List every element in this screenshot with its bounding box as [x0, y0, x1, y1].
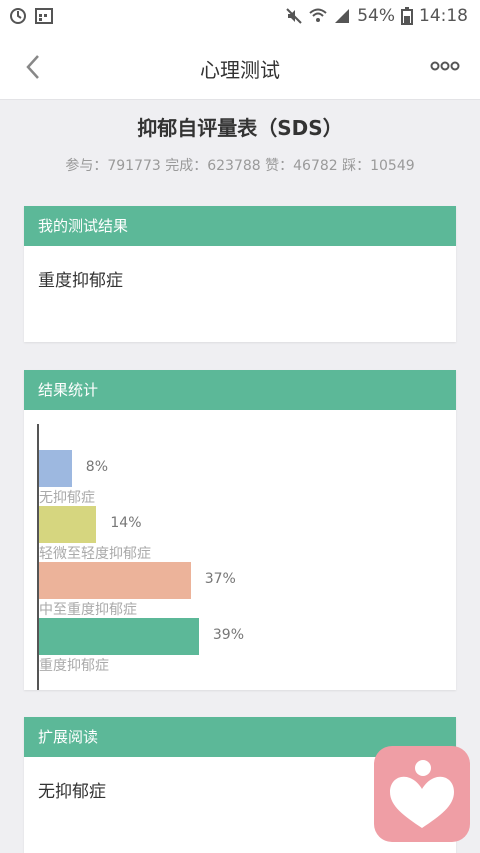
- mute-icon: [285, 7, 303, 25]
- result-text: 重度抑郁症: [38, 271, 123, 291]
- chart-value-label: 8%: [85, 459, 109, 475]
- result-card-header: 我的测试结果: [24, 206, 456, 246]
- result-card: 我的测试结果 重度抑郁症: [24, 206, 456, 342]
- chart-value-label: 14%: [110, 515, 142, 531]
- page-title: 心理测试: [200, 58, 280, 82]
- chart-value-label: 37%: [204, 571, 236, 587]
- chart-bar: [39, 506, 97, 543]
- more-icon: [430, 61, 460, 71]
- chart-category-label: 轻微至轻度抑郁症: [39, 546, 151, 562]
- nav-bar: 心理测试: [0, 34, 480, 100]
- chart-bar: [39, 450, 72, 487]
- chart-category-label: 无抑郁症: [39, 490, 95, 506]
- status-left: [8, 6, 54, 26]
- status-bar: 54% 14:18: [0, 0, 480, 34]
- test-stats: 参与：791773 完成：623788 赞：46782 踩：10549: [65, 158, 415, 174]
- sync-icon: [8, 6, 28, 26]
- test-title: 抑郁自评量表（SDS）: [137, 116, 343, 140]
- chart-category-label: 重度抑郁症: [39, 658, 109, 674]
- battery-percent: 54%: [357, 6, 395, 26]
- chart-category-label: 中至重度抑郁症: [39, 602, 137, 618]
- app-logo-button[interactable]: [374, 746, 470, 842]
- status-time: 14:18: [419, 6, 468, 26]
- result-bar-chart: 8% 无抑郁症 14% 轻微至轻度抑郁症 37% 中至重度抑郁症 39% 重度抑郁症: [24, 410, 456, 690]
- stats-card: 结果统计 8% 无抑郁症 14% 轻微至轻度抑郁症 37% 中至重度抑郁症 39% 重度抑郁症: [24, 370, 456, 690]
- calendar-icon: [34, 6, 54, 26]
- chart-bar: [39, 618, 199, 655]
- chart-bar: [39, 562, 191, 599]
- wifi-icon: [309, 7, 327, 25]
- battery-icon: [401, 7, 413, 25]
- more-button[interactable]: [430, 58, 460, 74]
- stats-card-header: 结果统计: [24, 370, 456, 410]
- heart-person-icon: [390, 760, 454, 828]
- signal-icon: [333, 7, 351, 25]
- status-right: 54% 14:18: [285, 6, 468, 26]
- chart-value-label: 39%: [212, 627, 245, 643]
